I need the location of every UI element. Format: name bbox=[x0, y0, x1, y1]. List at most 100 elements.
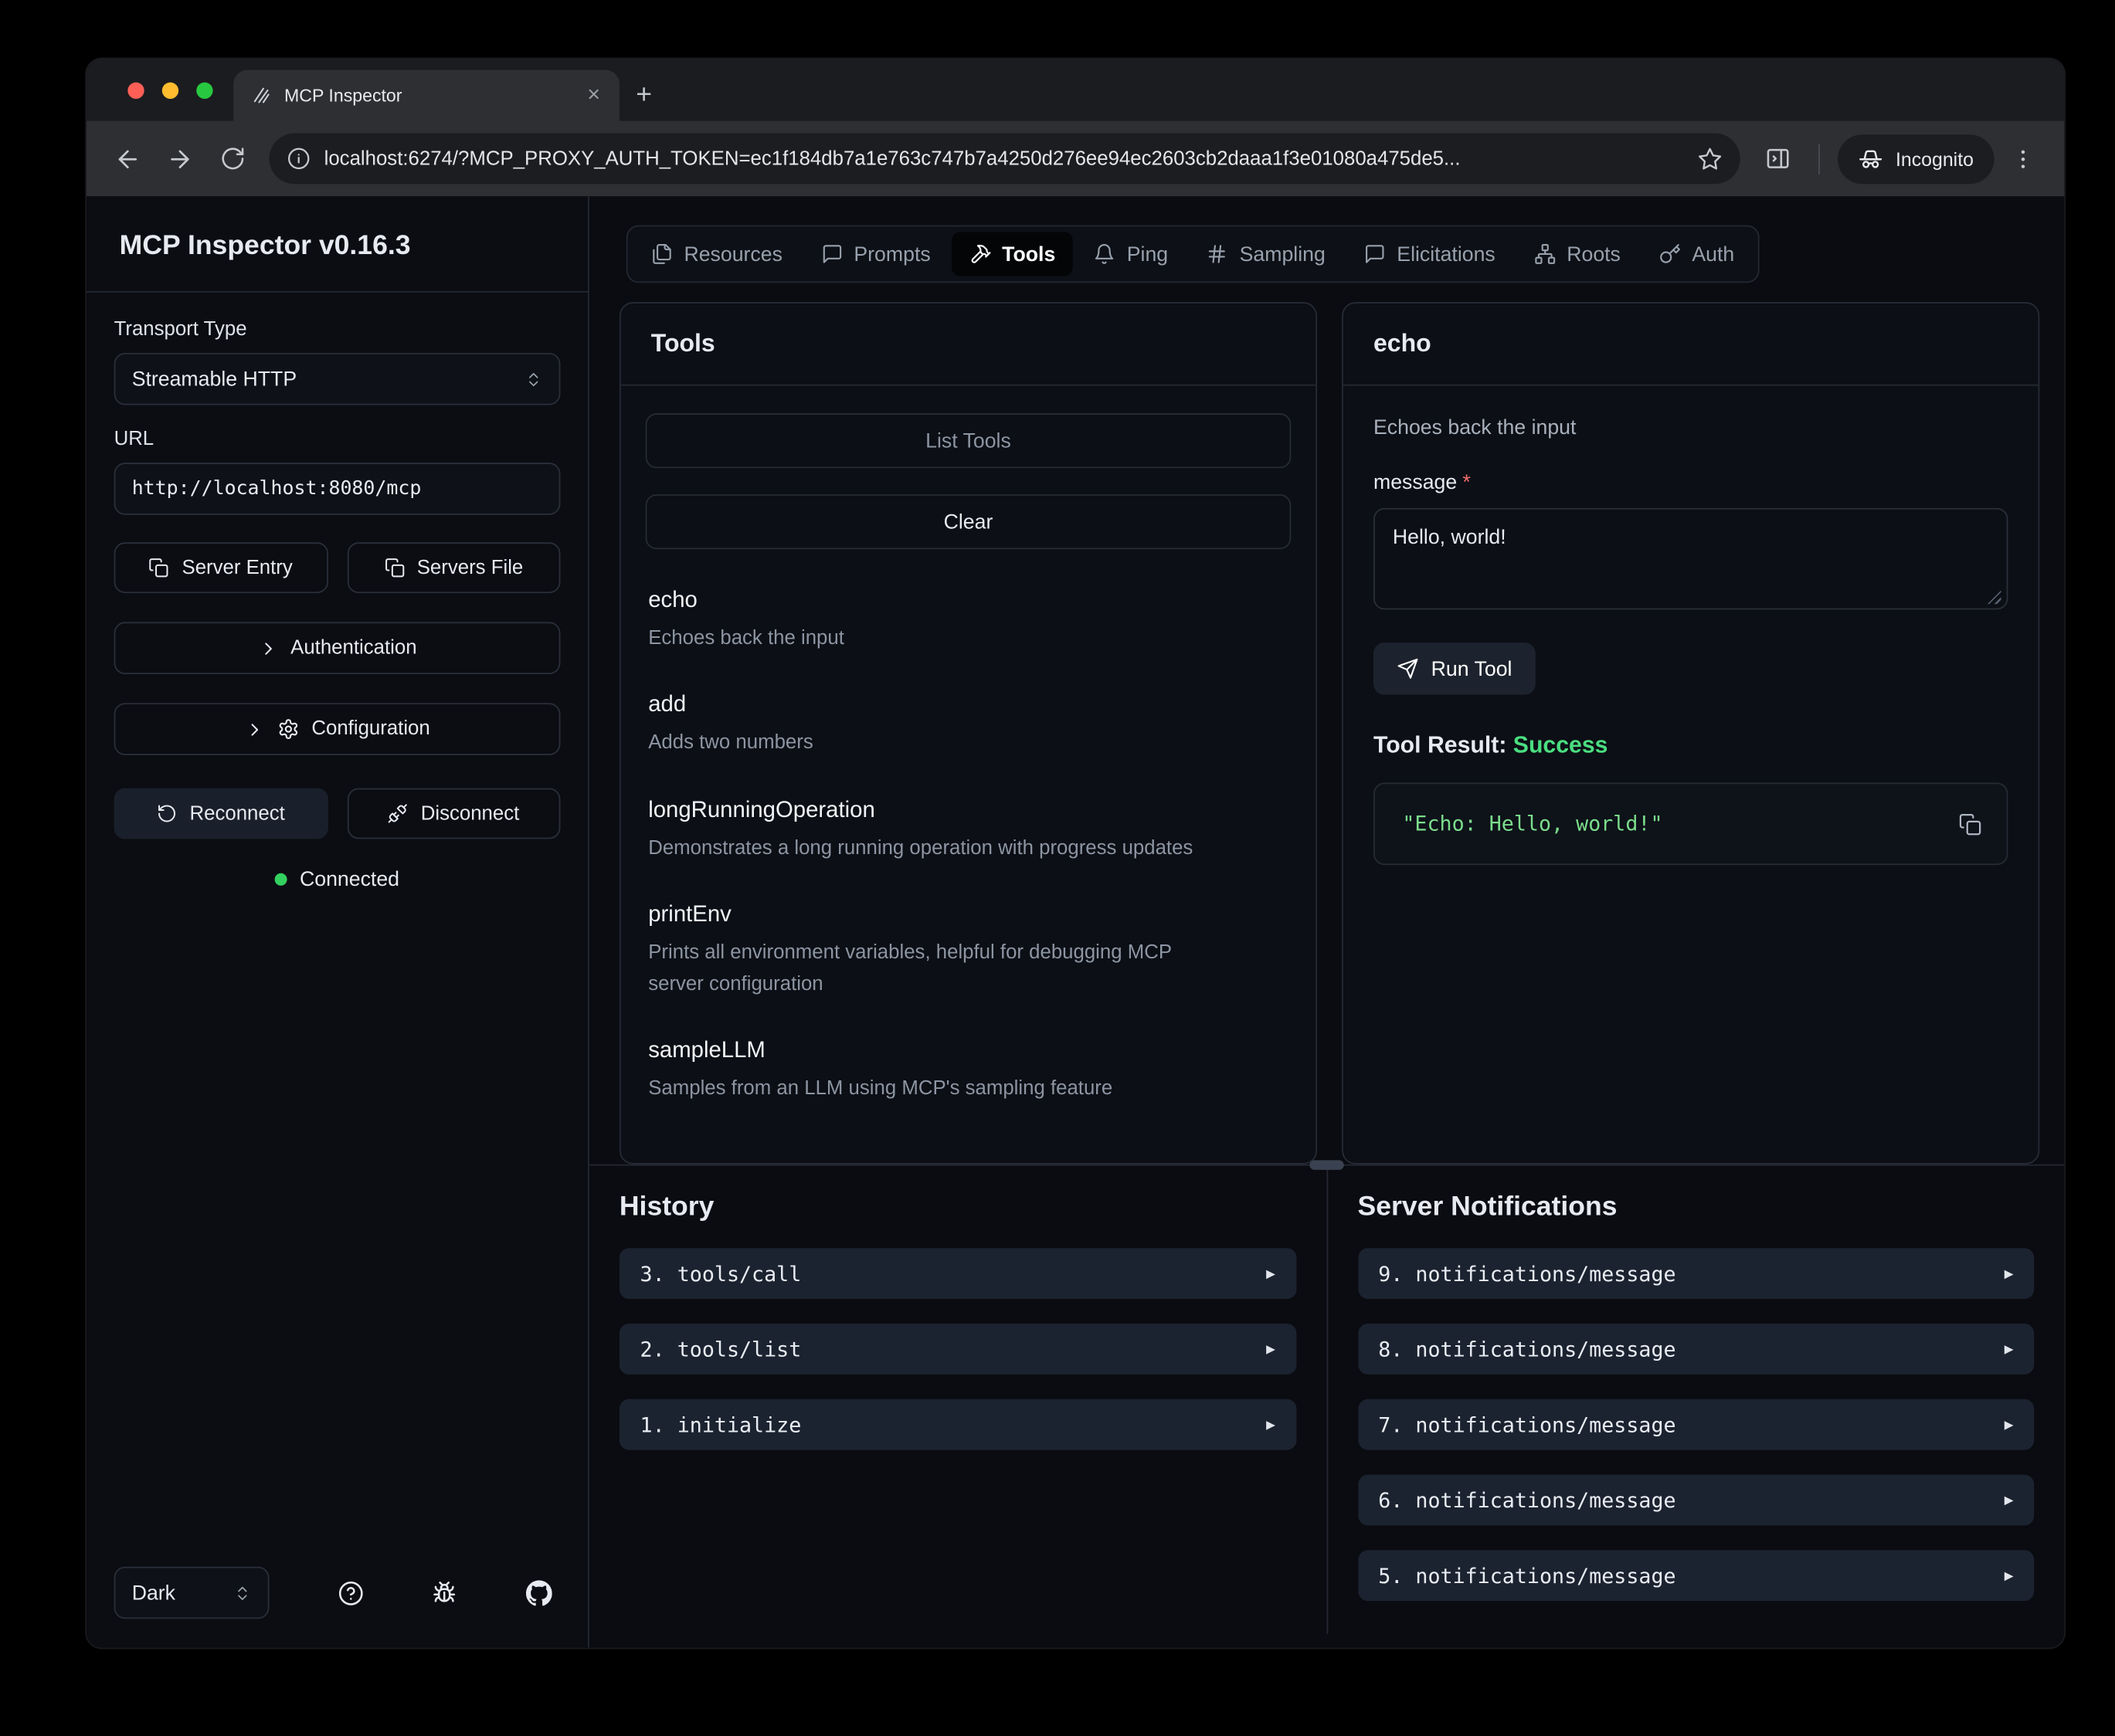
selected-tool-description: Echoes back the input bbox=[1373, 416, 2008, 439]
tab-elicitations[interactable]: Elicitations bbox=[1346, 232, 1512, 276]
clear-button[interactable]: Clear bbox=[646, 494, 1292, 549]
connected-dot-icon bbox=[275, 873, 287, 886]
expand-icon[interactable]: ▶ bbox=[2005, 1340, 2014, 1358]
toolbar-divider bbox=[1818, 144, 1820, 174]
tab-resources[interactable]: Resources bbox=[633, 232, 800, 276]
tool-result-text: "Echo: Hello, world!" bbox=[1402, 812, 1662, 836]
reconnect-button[interactable]: Reconnect bbox=[114, 788, 328, 839]
address-bar[interactable]: localhost:6274/?MCP_PROXY_AUTH_TOKEN=ec1… bbox=[269, 133, 1740, 184]
tab-sampling[interactable]: Sampling bbox=[1189, 232, 1343, 276]
tools-panel-body: List Tools Clear echo Echoes back the in… bbox=[621, 386, 1316, 1163]
list-tools-button[interactable]: List Tools bbox=[646, 413, 1292, 468]
servers-file-button[interactable]: Servers File bbox=[347, 542, 560, 593]
reload-icon[interactable] bbox=[209, 135, 255, 181]
transport-select-value: Streamable HTTP bbox=[132, 368, 297, 391]
tab-roots[interactable]: Roots bbox=[1516, 232, 1638, 276]
incognito-label: Incognito bbox=[1896, 147, 1974, 169]
tool-list-item[interactable]: add Adds two numbers bbox=[646, 693, 1292, 759]
expand-icon[interactable]: ▶ bbox=[2005, 1491, 2014, 1509]
tool-list-item[interactable]: longRunningOperation Demonstrates a long… bbox=[646, 798, 1292, 864]
tools-panel: Tools List Tools Clear echo Echoes back … bbox=[620, 302, 1317, 1165]
tool-name: printEnv bbox=[648, 903, 1288, 929]
tab-prompts[interactable]: Prompts bbox=[803, 232, 949, 276]
close-window-button[interactable] bbox=[127, 83, 144, 99]
transport-select[interactable]: Streamable HTTP bbox=[114, 353, 561, 405]
notification-row[interactable]: 6. notifications/message ▶ bbox=[1358, 1475, 2035, 1526]
notification-row[interactable]: 5. notifications/message ▶ bbox=[1358, 1550, 2035, 1601]
notification-row[interactable]: 8. notifications/message ▶ bbox=[1358, 1324, 2035, 1375]
main-area: Resources Prompts Tools Ping bbox=[589, 196, 2065, 1647]
history-row[interactable]: 3. tools/call ▶ bbox=[620, 1248, 1296, 1299]
bug-icon[interactable] bbox=[432, 1580, 458, 1606]
message-textarea[interactable]: Hello, world! bbox=[1373, 508, 2008, 610]
tool-name: add bbox=[648, 693, 1288, 719]
content-row: Tools List Tools Clear echo Echoes back … bbox=[589, 302, 2065, 1165]
tool-name: sampleLLM bbox=[648, 1039, 1288, 1065]
server-entry-button[interactable]: Server Entry bbox=[114, 542, 328, 593]
copy-result-button[interactable] bbox=[1953, 807, 1987, 841]
tab-label: Auth bbox=[1692, 242, 1734, 266]
maximize-window-button[interactable] bbox=[196, 83, 212, 99]
tool-result-box: "Echo: Hello, world!" bbox=[1373, 782, 2008, 865]
splitter-handle[interactable] bbox=[1309, 1160, 1343, 1169]
send-icon bbox=[1397, 658, 1418, 680]
tab-close-icon[interactable]: × bbox=[582, 82, 606, 110]
network-icon bbox=[1534, 243, 1556, 265]
app-title: MCP Inspector v0.16.3 bbox=[120, 231, 555, 263]
mcp-inspector-app: MCP Inspector v0.16.3 Transport Type Str… bbox=[87, 196, 2064, 1647]
expand-icon[interactable]: ▶ bbox=[2005, 1567, 2014, 1585]
tab-ping[interactable]: Ping bbox=[1076, 232, 1186, 276]
servers-file-label: Servers File bbox=[417, 557, 524, 578]
bookmark-star-icon[interactable] bbox=[1698, 146, 1723, 171]
url-input[interactable] bbox=[114, 463, 561, 515]
expand-icon[interactable]: ▶ bbox=[1266, 1416, 1275, 1433]
tab-label: Resources bbox=[684, 242, 782, 266]
tool-list-item[interactable]: sampleLLM Samples from an LLM using MCP'… bbox=[646, 1039, 1292, 1105]
tool-list-item[interactable]: printEnv Prints all environment variable… bbox=[646, 903, 1292, 1000]
tab-title: MCP Inspector bbox=[284, 85, 569, 106]
expand-icon[interactable]: ▶ bbox=[1266, 1340, 1275, 1358]
notification-row[interactable]: 7. notifications/message ▶ bbox=[1358, 1399, 2035, 1450]
hash-icon bbox=[1207, 243, 1228, 265]
tool-description: Adds two numbers bbox=[648, 728, 1211, 759]
help-icon[interactable] bbox=[338, 1580, 364, 1606]
tool-list-item[interactable]: echo Echoes back the input bbox=[646, 588, 1292, 654]
run-tool-label: Run Tool bbox=[1431, 657, 1512, 680]
transport-type-label: Transport Type bbox=[114, 318, 561, 340]
forward-icon[interactable] bbox=[157, 135, 203, 181]
theme-select[interactable]: Dark bbox=[114, 1567, 270, 1619]
tools-panel-title: Tools bbox=[621, 303, 1316, 386]
browser-window: MCP Inspector × + localhost:6274/?MCP_PR… bbox=[87, 59, 2064, 1647]
param-label: message* bbox=[1373, 471, 2008, 494]
side-panel-icon[interactable] bbox=[1754, 135, 1801, 181]
new-tab-button[interactable]: + bbox=[636, 81, 652, 109]
expand-icon[interactable]: ▶ bbox=[1266, 1265, 1275, 1283]
selected-tool-panel: echo Echoes back the input message* Hell… bbox=[1342, 302, 2039, 1165]
chevron-right-icon bbox=[257, 638, 278, 659]
authentication-button[interactable]: Authentication bbox=[114, 622, 561, 674]
gear-icon bbox=[277, 718, 299, 740]
tab-tools[interactable]: Tools bbox=[951, 232, 1073, 276]
history-row[interactable]: 1. initialize ▶ bbox=[620, 1399, 1296, 1450]
back-icon[interactable] bbox=[104, 135, 151, 181]
expand-icon[interactable]: ▶ bbox=[2005, 1416, 2014, 1433]
minimize-window-button[interactable] bbox=[162, 83, 178, 99]
disconnect-button[interactable]: Disconnect bbox=[347, 788, 560, 839]
history-row[interactable]: 2. tools/list ▶ bbox=[620, 1324, 1296, 1375]
copy-icon bbox=[149, 558, 170, 578]
browser-tab[interactable]: MCP Inspector × bbox=[233, 70, 620, 121]
run-tool-button[interactable]: Run Tool bbox=[1373, 643, 1536, 695]
expand-icon[interactable]: ▶ bbox=[2005, 1265, 2014, 1283]
key-icon bbox=[1659, 243, 1681, 265]
notification-row[interactable]: 9. notifications/message ▶ bbox=[1358, 1248, 2035, 1299]
menu-icon[interactable] bbox=[2000, 135, 2046, 181]
server-entry-label: Server Entry bbox=[182, 557, 293, 578]
github-icon[interactable] bbox=[526, 1580, 552, 1606]
tab-auth[interactable]: Auth bbox=[1641, 232, 1753, 276]
configuration-button[interactable]: Configuration bbox=[114, 703, 561, 755]
site-info-icon[interactable] bbox=[287, 147, 311, 170]
tab-label: Tools bbox=[1002, 242, 1055, 266]
copy-icon bbox=[384, 558, 405, 578]
history-row-label: 3. tools/call bbox=[640, 1261, 802, 1286]
selected-tool-title: echo bbox=[1343, 303, 2039, 386]
